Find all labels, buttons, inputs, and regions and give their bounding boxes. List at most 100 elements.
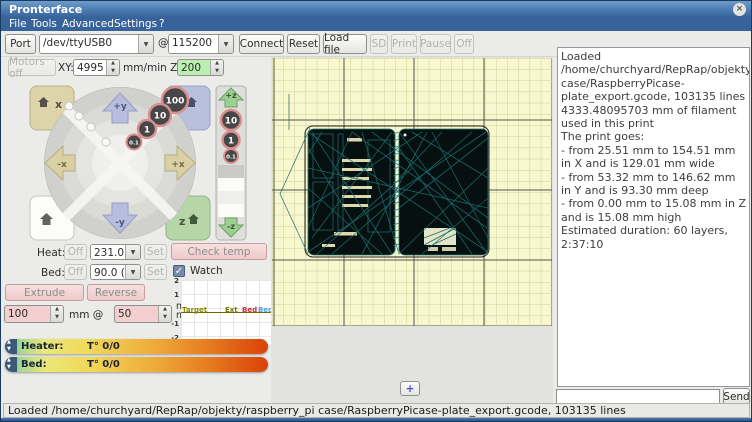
spinner-arrows-icon[interactable]: ▲▼ xyxy=(210,60,223,75)
load-file-button[interactable]: Load file xyxy=(323,34,367,54)
pronterface-window: Pronterface × File Tools Advanced Settin… xyxy=(0,0,752,422)
motors-off-button[interactable]: Motors off xyxy=(8,59,56,76)
xy-feed-spinner[interactable]: 4995 ▲▼ xyxy=(73,59,120,76)
menu-file[interactable]: File xyxy=(9,18,27,31)
z-dist-1[interactable]: 1 xyxy=(223,132,240,149)
z-feed-spinner[interactable]: 200 ▲▼ xyxy=(177,59,224,76)
heat-temp-combo[interactable]: 231.0 (u ▼ xyxy=(90,244,141,260)
z-dist-10[interactable]: 10 xyxy=(221,110,241,130)
reverse-button[interactable]: Reverse xyxy=(87,284,145,301)
off-button[interactable]: Off xyxy=(454,34,474,54)
heat-temp-value: 231.0 (u xyxy=(91,245,125,259)
z-step-row[interactable] xyxy=(218,204,244,217)
viewer-zoom-in-button[interactable]: + xyxy=(400,381,420,396)
jog-dist-01[interactable]: 0.1 xyxy=(127,135,142,150)
print-button[interactable]: Print xyxy=(391,34,417,54)
window-bottom-edge xyxy=(1,418,751,421)
z-feed-value: 200 xyxy=(178,60,210,75)
bed-off-button[interactable]: Off xyxy=(64,264,87,280)
port-combo[interactable]: /dev/ttyUSB0 ▼ xyxy=(39,34,154,54)
sd-button[interactable]: SD xyxy=(370,34,388,54)
xy-feed-value: 4995 xyxy=(74,60,106,75)
window-title: Pronterface xyxy=(9,3,82,16)
extrude-speed-spinner[interactable]: 50 ▲▼ xyxy=(114,305,172,323)
log-output[interactable]: Loaded /home/churchyard/RepRap/objekty/r… xyxy=(557,47,750,387)
baud-combo[interactable]: 115200 ▼ xyxy=(168,34,234,54)
title-bar[interactable]: Pronterface × xyxy=(1,1,751,18)
bed-gauge-slider[interactable]: ▲▼ xyxy=(5,357,17,372)
bed-gauge: ▲▼ Bed: T° 0/0 xyxy=(5,357,268,372)
heater-gauge-value: T° 0/0 xyxy=(87,341,120,352)
menu-advanced[interactable]: Advanced xyxy=(62,18,114,31)
jog-pad: x y z +y xyxy=(29,85,211,241)
reset-button[interactable]: Reset xyxy=(287,34,320,54)
watch-label: Watch xyxy=(190,265,223,277)
bed-label: Bed: xyxy=(41,267,65,279)
minus-z-label: -z xyxy=(227,222,235,231)
bed-set-button[interactable]: Set xyxy=(144,264,167,280)
plus-z-label: +z xyxy=(225,91,237,100)
graph-label-target: Target xyxy=(182,306,207,314)
spinner-arrows-icon[interactable]: ▲▼ xyxy=(106,60,119,75)
bed-temp-combo[interactable]: 90.0 (u ▼ xyxy=(90,264,141,280)
bed-gauge-value: T° 0/0 xyxy=(87,359,120,370)
extrude-length-value: 100 xyxy=(5,306,50,322)
minus-y-label: -y xyxy=(115,218,125,228)
z-jog-column: +z 10 1 0.1 -z xyxy=(215,85,249,241)
graph-tick: -1 xyxy=(165,320,179,328)
heater-gauge-slider[interactable]: ▲▼ xyxy=(5,339,17,354)
z-step-row[interactable] xyxy=(218,191,244,204)
status-bar: Loaded /home/churchyard/RepRap/objekty/r… xyxy=(3,403,750,418)
xy-feed-label: XY: xyxy=(58,62,74,74)
baud-combo-value: 115200 xyxy=(169,35,218,53)
heat-label: Heat: xyxy=(37,247,65,259)
svg-text:100: 100 xyxy=(166,97,185,107)
bed-temp-value: 90.0 (u xyxy=(91,265,125,279)
minus-x-label: -x xyxy=(57,160,67,170)
heat-off-button[interactable]: Off xyxy=(64,244,87,260)
home-z-label: z xyxy=(179,215,185,228)
svg-text:1: 1 xyxy=(228,137,234,147)
gcode-viewer-canvas[interactable] xyxy=(272,58,552,326)
port-combo-value: /dev/ttyUSB0 xyxy=(40,35,138,53)
command-input[interactable] xyxy=(556,389,720,404)
check-temp-button[interactable]: Check temp xyxy=(171,243,267,260)
chevron-down-icon[interactable]: ▼ xyxy=(218,35,233,53)
extrude-length-spinner[interactable]: 100 ▲▼ xyxy=(4,305,64,323)
watch-checkbox[interactable]: ✓ xyxy=(173,265,185,277)
graph-tick: 2 xyxy=(165,277,179,285)
pause-button[interactable]: Pause xyxy=(420,34,451,54)
extrude-speed-value: 50 xyxy=(115,306,158,322)
svg-text:10: 10 xyxy=(225,117,238,127)
plus-x-label: +x xyxy=(171,160,185,170)
heat-set-button[interactable]: Set xyxy=(144,244,167,260)
at-label: @ xyxy=(158,37,169,49)
svg-text:10: 10 xyxy=(154,112,167,122)
z-dist-01[interactable]: 0.1 xyxy=(224,149,238,163)
jog-dist-1[interactable]: 1 xyxy=(138,120,156,138)
bed-gauge-label: Bed: xyxy=(21,359,47,370)
heater-gauge-label: Heater: xyxy=(21,341,63,352)
svg-text:0.1: 0.1 xyxy=(129,141,139,147)
close-icon[interactable]: × xyxy=(733,3,746,16)
plus-y-label: +y xyxy=(113,102,127,112)
port-button[interactable]: Port xyxy=(5,34,36,54)
extrude-button[interactable]: Extrude xyxy=(5,284,84,301)
chevron-down-icon[interactable]: ▼ xyxy=(125,265,140,279)
graph-label-ext: Ext xyxy=(225,306,238,314)
chevron-down-icon[interactable]: ▼ xyxy=(125,245,140,259)
z-step-row[interactable] xyxy=(218,178,244,191)
z-step-row[interactable] xyxy=(218,165,244,178)
chevron-down-icon[interactable]: ▼ xyxy=(138,35,153,53)
connect-button[interactable]: Connect xyxy=(239,34,284,54)
svg-text:1: 1 xyxy=(144,126,150,136)
mm-at-label: mm @ xyxy=(69,309,103,321)
graph-label-bed: Bed xyxy=(242,306,257,314)
z-feed-label: mm/min Z: xyxy=(123,62,181,74)
menu-settings[interactable]: Settings xyxy=(114,18,157,31)
graph-tick: 1 xyxy=(165,291,179,299)
spinner-arrows-icon[interactable]: ▲▼ xyxy=(50,306,63,322)
menu-tools[interactable]: Tools xyxy=(31,18,57,31)
menu-bar: File Tools Advanced Settings ? xyxy=(1,18,751,31)
menu-help[interactable]: ? xyxy=(159,18,165,31)
